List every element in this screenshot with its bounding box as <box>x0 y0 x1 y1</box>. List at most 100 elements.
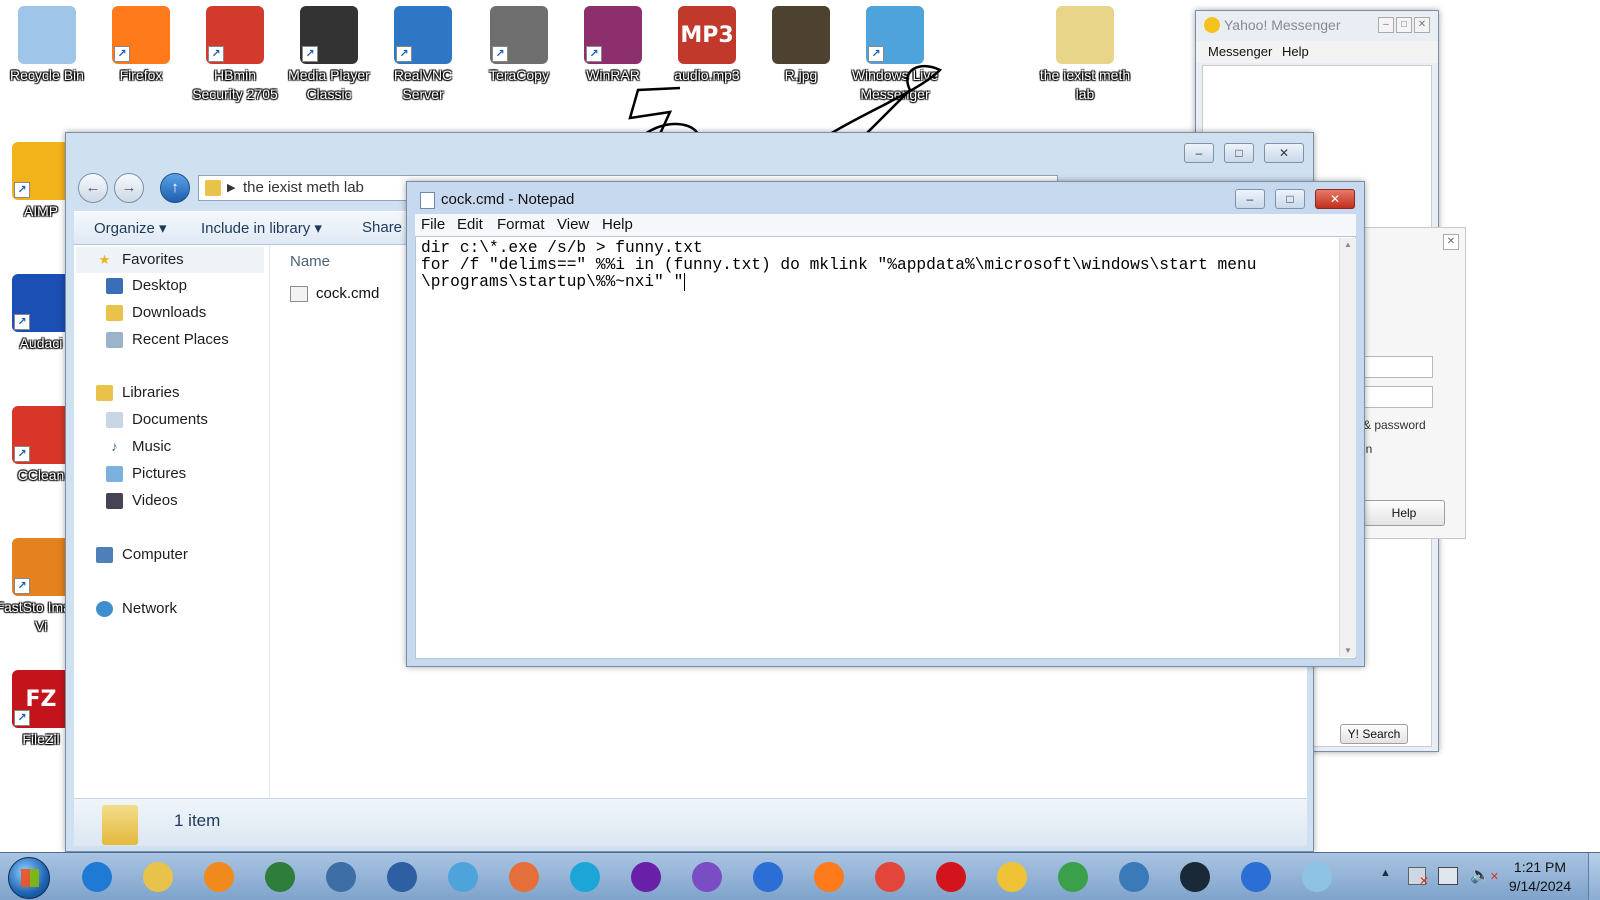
taskbar-internet-explorer-button[interactable] <box>68 858 126 896</box>
show-desktop-button[interactable] <box>1588 853 1600 900</box>
sidebar-item-pictures[interactable]: Pictures <box>106 465 186 482</box>
taskbar-paint-button[interactable] <box>495 858 553 896</box>
taskbar-windows-update-button[interactable] <box>1044 858 1102 896</box>
include-in-library-button[interactable]: Include in library ▾ <box>201 219 322 237</box>
taskbar-edge-button[interactable] <box>556 858 614 896</box>
notepad-window[interactable]: cock.cmd - Notepad – □ ✕ File Edit Forma… <box>406 181 1365 667</box>
yahoo-menu-messenger[interactable]: Messenger <box>1208 44 1272 59</box>
clock-date: 9/14/2024 <box>1508 878 1572 894</box>
file-name: cock.cmd <box>316 285 380 302</box>
status-bar: 1 item <box>74 798 1307 846</box>
menu-help[interactable]: Help <box>602 216 633 233</box>
edge-icon <box>570 862 600 892</box>
up-button[interactable]: ↑ <box>160 173 190 203</box>
notepad-close-button[interactable]: ✕ <box>1315 189 1355 209</box>
explorer-close-button[interactable]: ✕ <box>1264 143 1304 163</box>
shortcut-arrow-icon: ↗ <box>14 578 30 594</box>
sidebar-item-network[interactable]: Network <box>96 600 177 617</box>
start-button[interactable] <box>8 857 50 899</box>
list-item[interactable]: cock.cmd <box>290 285 379 302</box>
notepad-minimize-button[interactable]: – <box>1235 189 1265 209</box>
yahoo-minimize-button[interactable]: – <box>1378 17 1394 33</box>
yahoo-panel-close-button[interactable]: ✕ <box>1443 234 1459 250</box>
yahoo-maximize-button[interactable]: □ <box>1396 17 1412 33</box>
desktop-icon-image: ↗ <box>490 6 548 64</box>
desktop-icon[interactable]: the iexist meth lab <box>1038 0 1132 104</box>
yahoo-search-button[interactable]: Y! Search <box>1340 724 1408 744</box>
videos-icon <box>106 492 123 509</box>
desktop-icon[interactable]: ↗ RealVNC Server <box>376 0 470 104</box>
folder-icon <box>205 180 221 196</box>
desktop-icon-image <box>18 6 76 64</box>
menu-format[interactable]: Format <box>497 216 545 233</box>
volume-muted-icon[interactable]: 🔈✕ <box>1470 865 1499 885</box>
breadcrumb[interactable]: the iexist meth lab <box>243 179 364 196</box>
vertical-scrollbar[interactable]: ▲ ▼ <box>1339 238 1356 657</box>
desktop-icon[interactable]: ↗ HBmin Security 2705 <box>188 0 282 104</box>
taskbar-app-blue-2-button[interactable] <box>1227 858 1285 896</box>
forward-button[interactable]: → <box>114 173 144 203</box>
yahoo-menubar: Messenger Help <box>1196 41 1438 63</box>
file-explorer-icon <box>143 862 173 892</box>
share-button[interactable]: Share <box>362 219 402 236</box>
clock[interactable]: 1:21 PM 9/14/2024 <box>1500 858 1580 896</box>
sidebar-item-libraries[interactable]: Libraries <box>96 384 180 401</box>
notepad-title: cock.cmd - Notepad <box>441 191 575 208</box>
taskbar-media-player-button[interactable] <box>190 858 248 896</box>
yahoo-close-button[interactable]: ✕ <box>1414 17 1430 33</box>
menu-edit[interactable]: Edit <box>457 216 483 233</box>
sidebar-item-favorites[interactable]: ★ Favorites <box>96 251 184 268</box>
network-tray-icon[interactable] <box>1438 867 1458 885</box>
desktop-icon-label: RealVNC Server <box>393 67 453 102</box>
desktop-icon-image: FZ ↗ <box>12 670 70 728</box>
yahoo-id-field[interactable] <box>1363 356 1433 378</box>
sidebar-item-documents[interactable]: Documents <box>106 411 208 428</box>
taskbar: ▲ ✕ 🔈✕ 1:21 PM 9/14/2024 <box>0 852 1600 900</box>
sidebar-item-computer[interactable]: Computer <box>96 546 188 563</box>
taskbar-live-messenger-button[interactable] <box>434 858 492 896</box>
taskbar-chrome-button[interactable] <box>861 858 919 896</box>
desktop-icon-image: ↗ <box>394 6 452 64</box>
sidebar-item-recent-places[interactable]: Recent Places <box>106 331 229 348</box>
taskbar-notepad-button[interactable] <box>1288 858 1346 896</box>
explorer-minimize-button[interactable]: – <box>1184 143 1214 163</box>
menu-view[interactable]: View <box>557 216 589 233</box>
desktop-icon[interactable]: Recycle Bin <box>0 0 94 85</box>
taskbar-app-blue-button[interactable] <box>739 858 797 896</box>
sidebar-item-downloads[interactable]: Downloads <box>106 304 206 321</box>
desktop-icon <box>106 277 123 294</box>
yahoo-help-button[interactable]: Help <box>1363 500 1445 526</box>
yahoo-menu-help[interactable]: Help <box>1282 44 1309 59</box>
yahoo-password-field[interactable] <box>1363 386 1433 408</box>
shortcut-arrow-icon: ↗ <box>586 46 602 62</box>
desktop-icon[interactable]: ↗ Media Player Classic <box>282 0 376 104</box>
taskbar-task-manager-button[interactable] <box>251 858 309 896</box>
taskbar-visual-studio-button[interactable] <box>678 858 736 896</box>
column-header-name[interactable]: Name <box>290 253 330 270</box>
explorer-maximize-button[interactable]: □ <box>1224 143 1254 163</box>
action-center-icon[interactable]: ✕ <box>1408 867 1429 888</box>
organize-button[interactable]: Organize ▾ <box>94 219 167 237</box>
taskbar-realvnc-button[interactable] <box>312 858 370 896</box>
taskbar-opera-button[interactable] <box>922 858 980 896</box>
back-button[interactable]: ← <box>78 173 108 203</box>
notepad-maximize-button[interactable]: □ <box>1275 189 1305 209</box>
clock-time: 1:21 PM <box>1513 859 1567 875</box>
sidebar-item-music[interactable]: ♪ Music <box>106 438 171 455</box>
taskbar-yahoo-messenger-button[interactable] <box>617 858 675 896</box>
desktop-icon[interactable]: ↗ Firefox <box>94 0 188 85</box>
sidebar-item-videos[interactable]: Videos <box>106 492 178 509</box>
menu-file[interactable]: File <box>421 216 445 233</box>
opera-icon <box>936 862 966 892</box>
sidebar-item-desktop[interactable]: Desktop <box>106 277 187 294</box>
paint-icon <box>509 862 539 892</box>
taskbar-file-explorer-button[interactable] <box>129 858 187 896</box>
show-hidden-icons-button[interactable]: ▲ <box>1380 867 1391 879</box>
taskbar-firefox-button[interactable] <box>800 858 858 896</box>
taskbar-steam-button[interactable] <box>1166 858 1224 896</box>
taskbar-control-panel-button[interactable] <box>1105 858 1163 896</box>
taskbar-ring-app-button[interactable] <box>983 858 1041 896</box>
notepad-text-area[interactable]: dir c:\*.exe /s/b > funny.txt for /f "del… <box>415 236 1356 659</box>
taskbar-network-tool-button[interactable] <box>373 858 431 896</box>
desktop-icon[interactable]: ↗ TeraCopy <box>472 0 566 85</box>
